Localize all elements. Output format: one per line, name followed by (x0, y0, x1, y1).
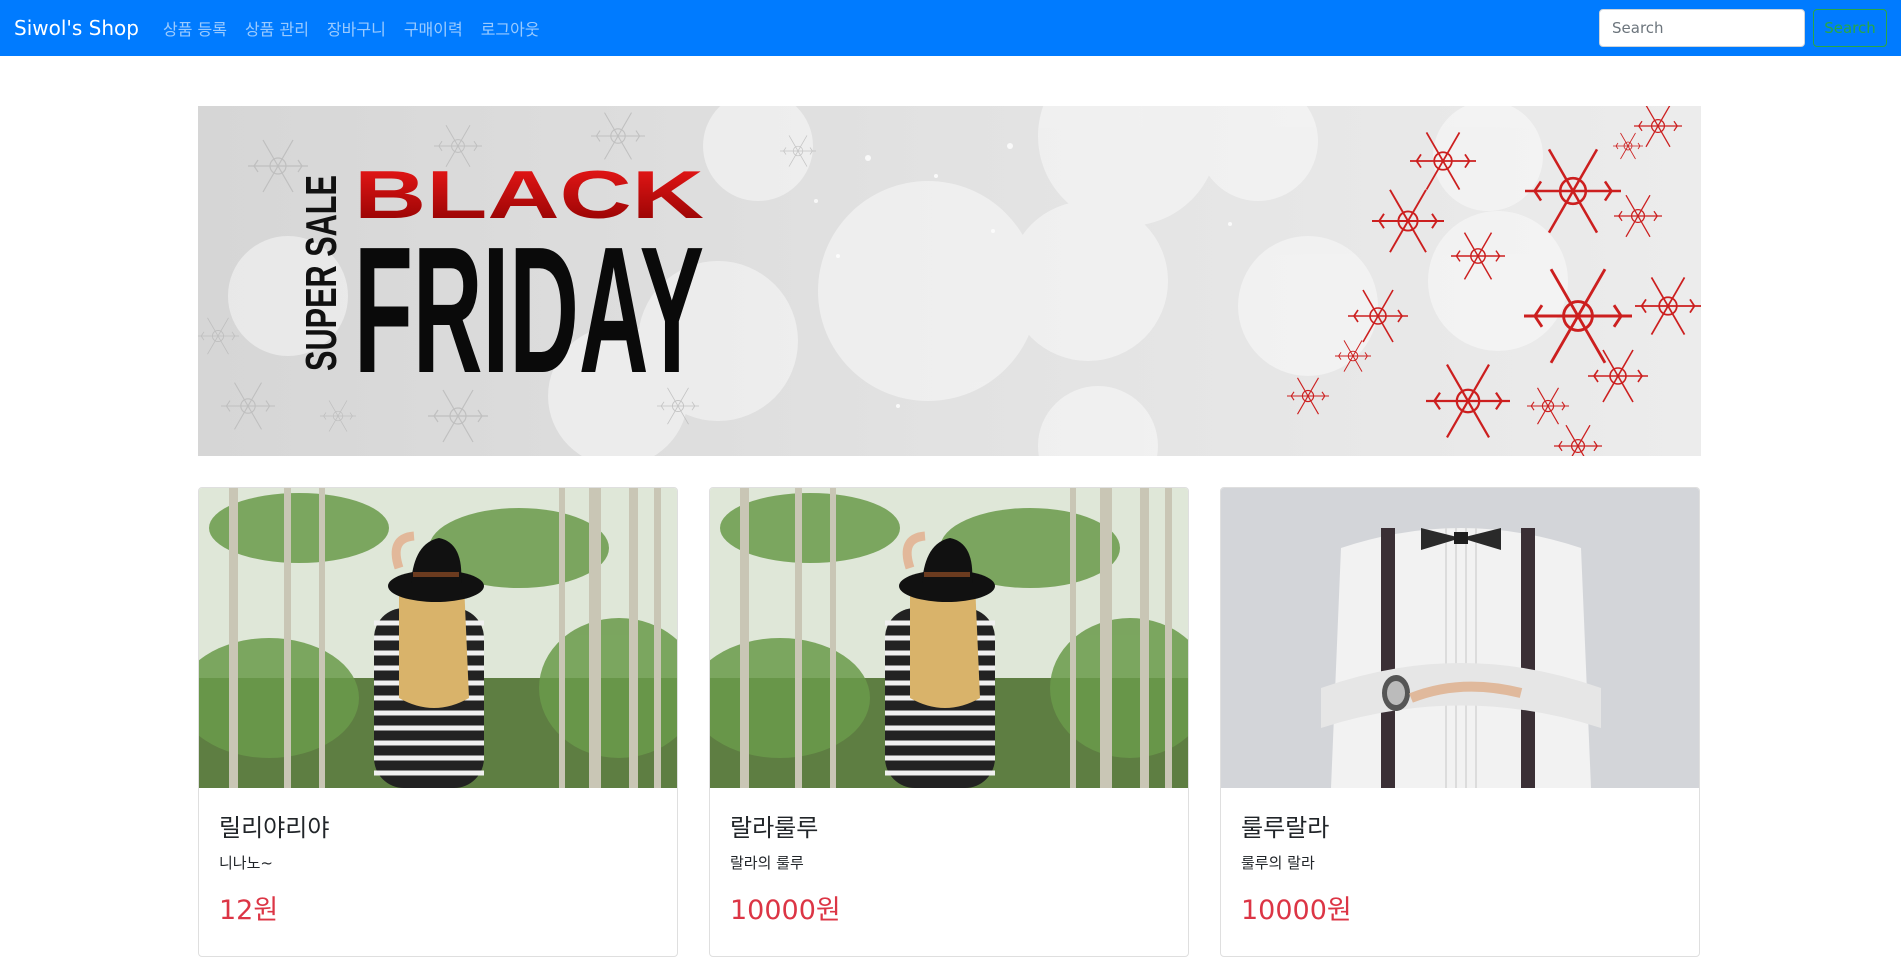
brand-logo[interactable]: Siwol's Shop (14, 16, 139, 40)
nav-link-register-product[interactable]: 상품 등록 (163, 16, 227, 40)
product-card[interactable]: 랄라룰루 랄라의 룰루 10000원 (709, 487, 1189, 957)
search-input[interactable] (1599, 9, 1805, 47)
product-card[interactable]: 릴리야리야 니나노~ 12원 (198, 487, 678, 957)
product-price: 12원 (219, 895, 279, 926)
product-card[interactable]: 룰루랄라 룰루의 랄라 10000원 (1220, 487, 1700, 957)
banner-super-sale-text: SUPER SALE (297, 175, 346, 371)
card-body: 룰루랄라 룰루의 랄라 10000원 (1221, 788, 1699, 947)
black-friday-banner[interactable]: SUPER SALE BLACK FRIDAY (198, 106, 1701, 456)
product-description: 랄라의 룰루 (730, 854, 804, 872)
product-title[interactable]: 룰루랄라 (1241, 808, 1679, 842)
nav-link-manage-products[interactable]: 상품 관리 (245, 16, 309, 40)
product-description: 니나노~ (219, 854, 273, 872)
product-price: 10000원 (730, 895, 841, 926)
navbar: Siwol's Shop 상품 등록 상품 관리 장바구니 구매이력 로그아웃 … (0, 0, 1901, 56)
card-body: 릴리야리야 니나노~ 12원 (199, 788, 677, 947)
product-price: 10000원 (1241, 895, 1352, 926)
product-image-woman-in-forest[interactable] (199, 488, 677, 788)
card-body: 랄라룰루 랄라의 룰루 10000원 (710, 788, 1188, 947)
product-image-man-with-bowtie[interactable] (1221, 488, 1699, 788)
product-description: 룰루의 랄라 (1241, 854, 1315, 872)
search-button[interactable]: Search (1813, 9, 1887, 47)
product-title[interactable]: 랄라룰루 (730, 808, 1168, 842)
product-title[interactable]: 릴리야리야 (219, 808, 657, 842)
nav-link-logout[interactable]: 로그아웃 (481, 16, 540, 40)
nav-link-purchase-history[interactable]: 구매이력 (404, 16, 463, 40)
product-image-woman-in-forest[interactable] (710, 488, 1188, 788)
banner-friday-text: FRIDAY (354, 210, 704, 411)
nav-links: 상품 등록 상품 관리 장바구니 구매이력 로그아웃 (163, 16, 540, 40)
search-form: Search (1599, 9, 1887, 47)
nav-link-cart[interactable]: 장바구니 (327, 16, 386, 40)
